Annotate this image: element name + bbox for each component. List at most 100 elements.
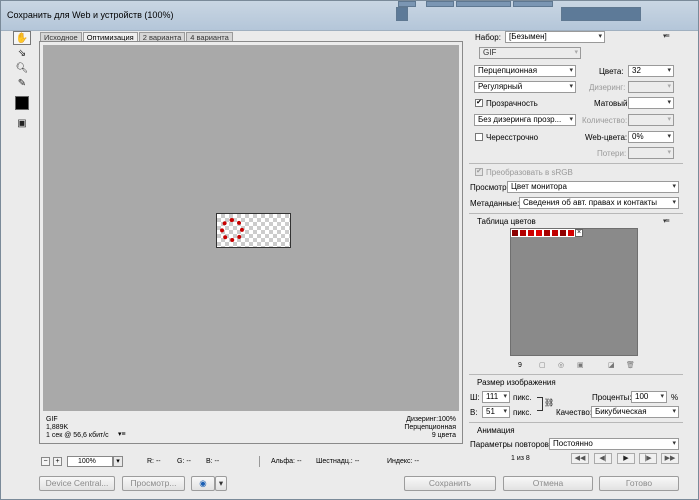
interlaced-checkbox[interactable] bbox=[475, 133, 483, 141]
divider bbox=[469, 213, 683, 214]
preset-label: Набор: bbox=[475, 33, 501, 42]
eyedropper-color-swatch[interactable] bbox=[15, 96, 29, 110]
play-icon[interactable]: ▶ bbox=[617, 453, 635, 464]
info-palette: Перцепционная bbox=[404, 424, 456, 431]
eyedropper-tool-icon[interactable]: ✎ bbox=[13, 76, 31, 90]
zoom-in-button[interactable]: + bbox=[53, 457, 62, 466]
color-swatch[interactable] bbox=[519, 229, 527, 237]
optimize-menu-icon[interactable]: ▾≡ bbox=[663, 32, 670, 40]
constrain-bracket bbox=[537, 397, 543, 411]
zoom-out-button[interactable]: − bbox=[41, 457, 50, 466]
divider bbox=[259, 456, 260, 467]
preview-canvas[interactable] bbox=[43, 45, 459, 411]
color-swatch[interactable] bbox=[543, 229, 551, 237]
web-snap-field[interactable]: 0% bbox=[628, 131, 674, 143]
divider bbox=[469, 374, 683, 375]
zoom-level-field[interactable]: 100% bbox=[67, 456, 113, 467]
zoom-tool-icon[interactable]: 🔍︎ bbox=[13, 61, 31, 75]
transparency-label: Прозрачность bbox=[486, 99, 538, 108]
divider bbox=[469, 422, 683, 423]
transparency-dither-dropdown[interactable]: Без дизеринга прозр... bbox=[474, 114, 576, 126]
zoom-dropdown-icon[interactable]: ▾ bbox=[113, 456, 123, 467]
color-count: 9 bbox=[518, 362, 522, 369]
status-hex: Шестнадц.: -- bbox=[316, 458, 360, 465]
preset-dropdown[interactable]: [Безымен] bbox=[505, 31, 605, 43]
info-download-time: 1 сек @ 56,6 кбит/с bbox=[46, 432, 109, 439]
info-format: GIF bbox=[46, 416, 58, 423]
percent-label: Проценты: bbox=[592, 393, 632, 402]
dither-algorithm-dropdown[interactable]: Регулярный bbox=[474, 81, 576, 93]
quality-dropdown[interactable]: Бикубическая bbox=[591, 406, 679, 418]
red-dotted-ring-image bbox=[220, 218, 244, 242]
lock-color-icon[interactable]: ▣ bbox=[577, 361, 584, 369]
frame-counter: 1 из 8 bbox=[511, 455, 530, 462]
browser-icon[interactable]: ◉ bbox=[191, 476, 215, 491]
map-color-icon[interactable]: ▢ bbox=[539, 361, 546, 369]
previous-frame-icon[interactable]: ◀| bbox=[594, 453, 612, 464]
toggle-slices-icon[interactable]: ▣ bbox=[13, 116, 31, 130]
color-swatch[interactable] bbox=[551, 229, 559, 237]
preview-frame: GIF 1,889K 1 сек @ 56,6 кбит/с ▾≡ Дизери… bbox=[39, 41, 463, 444]
window-title: Сохранить для Web и устройств (100%) bbox=[7, 10, 174, 20]
height-field[interactable]: 51 bbox=[482, 406, 510, 418]
metadata-label: Метаданные: bbox=[470, 199, 520, 208]
optimized-image[interactable] bbox=[216, 213, 291, 248]
status-red: R: -- bbox=[147, 458, 161, 465]
color-swatch[interactable] bbox=[559, 229, 567, 237]
color-swatch[interactable] bbox=[535, 229, 543, 237]
dither-field bbox=[628, 81, 674, 93]
save-for-web-dialog: Сохранить для Web и устройств (100%) ✋ ⇘… bbox=[0, 0, 699, 500]
background-tab bbox=[426, 1, 454, 7]
metadata-dropdown[interactable]: Сведения об авт. правах и контакты bbox=[519, 197, 679, 209]
loop-dropdown[interactable]: Постоянно bbox=[549, 438, 679, 450]
speed-menu-icon[interactable]: ▾≡ bbox=[118, 431, 126, 439]
color-swatch[interactable] bbox=[511, 229, 519, 237]
background-panel bbox=[396, 7, 408, 21]
last-frame-icon[interactable]: ▶▶ bbox=[661, 453, 679, 464]
device-central-button[interactable]: Device Central... bbox=[39, 476, 115, 491]
quality-label: Качество: bbox=[556, 408, 593, 417]
hand-tool-icon[interactable]: ✋ bbox=[13, 31, 31, 45]
percent-field[interactable]: 100 bbox=[631, 391, 667, 403]
background-panel bbox=[561, 7, 641, 21]
transparency-checkbox[interactable]: ✔ bbox=[475, 99, 483, 107]
preview-dropdown[interactable]: Цвет монитора bbox=[507, 181, 679, 193]
browser-dropdown-icon[interactable]: ▾ bbox=[215, 476, 227, 491]
new-color-icon[interactable]: ◪ bbox=[608, 361, 615, 369]
width-unit: пикс. bbox=[513, 393, 532, 402]
width-field[interactable]: 111 bbox=[482, 391, 510, 403]
transparent-swatch-icon[interactable]: × bbox=[575, 229, 583, 237]
colors-field[interactable]: 32 bbox=[628, 65, 674, 77]
convert-srgb-checkbox: ✔ bbox=[475, 168, 483, 176]
color-table-menu-icon[interactable]: ▾≡ bbox=[663, 217, 670, 225]
color-swatch[interactable] bbox=[567, 229, 575, 237]
format-dropdown[interactable]: GIF bbox=[479, 47, 581, 59]
color-table-grid[interactable]: × bbox=[510, 228, 638, 356]
amount-label: Количество: bbox=[582, 116, 628, 125]
web-snap-label: Web-цвета: bbox=[585, 133, 628, 142]
web-shift-icon[interactable]: ◎ bbox=[558, 361, 564, 369]
color-swatch[interactable] bbox=[527, 229, 535, 237]
delete-color-icon[interactable]: 🗑︎ bbox=[626, 361, 635, 369]
preview-button[interactable]: Просмотр... bbox=[122, 476, 185, 491]
info-dither: Дизеринг:100% bbox=[406, 416, 456, 423]
save-button[interactable]: Сохранить bbox=[404, 476, 496, 491]
link-icon[interactable]: ⛓ bbox=[544, 398, 554, 407]
preview-label: Просмотр: bbox=[470, 183, 509, 192]
cancel-button[interactable]: Отмена bbox=[503, 476, 593, 491]
matte-dropdown[interactable] bbox=[628, 97, 674, 109]
background-tab bbox=[513, 1, 553, 7]
done-button[interactable]: Готово bbox=[599, 476, 679, 491]
optimization-info: GIF 1,889K 1 сек @ 56,6 кбит/с ▾≡ Дизери… bbox=[43, 414, 459, 442]
info-colors: 9 цвета bbox=[431, 432, 456, 439]
colors-label: Цвета: bbox=[599, 67, 624, 76]
lossy-field bbox=[628, 147, 674, 159]
first-frame-icon[interactable]: ◀◀ bbox=[571, 453, 589, 464]
status-index: Индекс: -- bbox=[387, 458, 420, 465]
color-reduction-dropdown[interactable]: Перцепционная bbox=[474, 65, 576, 77]
loop-label: Параметры повторов: bbox=[470, 440, 552, 449]
next-frame-icon[interactable]: |▶ bbox=[639, 453, 657, 464]
image-size-title: Размер изображения bbox=[477, 378, 556, 387]
status-blue: B: -- bbox=[206, 458, 220, 465]
slice-select-tool-icon[interactable]: ⇘ bbox=[13, 46, 31, 60]
